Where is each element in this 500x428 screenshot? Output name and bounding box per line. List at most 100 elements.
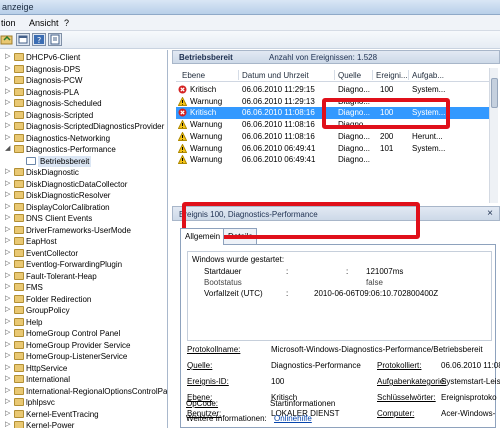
tree-item[interactable]: ◢ Diagnostics-Performance [0,144,167,156]
expand-arrow-icon[interactable]: ◢ [5,145,11,153]
expand-arrow-icon[interactable]: ▷ [5,272,11,280]
expand-arrow-icon[interactable]: ▷ [5,203,11,211]
expand-arrow-icon[interactable]: ▷ [5,180,11,188]
menu-item-aktion[interactable]: tion [1,18,16,28]
tree-item[interactable]: ▷ DiskDiagnostic [0,167,167,179]
expand-arrow-icon[interactable] [5,157,11,165]
column-ebene[interactable]: Ebene [182,71,205,80]
expand-arrow-icon[interactable]: ▷ [5,111,11,119]
event-row[interactable]: Warnung 06.06.2010 06:49:41 Diagno... 101 Sy… [176,143,496,155]
tree-item[interactable]: ▷ Kernel-EventTracing [0,409,167,421]
expand-arrow-icon[interactable]: ▷ [5,237,11,245]
tree-item[interactable]: ▷ HomeGroup Control Panel [0,328,167,340]
expand-arrow-icon[interactable]: ▷ [5,134,11,142]
folder-icon [14,53,24,61]
tree-item-label: HomeGroup Provider Service [26,340,131,350]
tree-item[interactable]: ▷ DNS Client Events [0,213,167,225]
column-datetime[interactable]: Datum und Uhrzeit [242,71,309,80]
tree-item[interactable]: ▷ Diagnosis-PCW [0,75,167,87]
expand-arrow-icon[interactable]: ▷ [5,352,11,360]
tree-item[interactable]: ▷ DriverFrameworks-UserMode [0,225,167,237]
menu-item-help[interactable]: ? [64,18,69,28]
expand-arrow-icon[interactable]: ▷ [5,283,11,291]
tree-item[interactable]: ▷ Folder Redirection [0,294,167,306]
close-icon[interactable]: × [487,208,493,219]
expand-arrow-icon[interactable]: ▷ [5,53,11,61]
expand-arrow-icon[interactable]: ▷ [5,295,11,303]
tree-item-betriebsbereit[interactable]: Betriebsbereit [0,155,167,168]
expand-arrow-icon[interactable]: ▷ [5,88,11,96]
tab-allgemein[interactable]: Allgemein [180,228,224,245]
tree-item[interactable]: ▷ lphlpsvc [0,397,167,409]
expand-arrow-icon[interactable]: ▷ [5,249,11,257]
tree-item[interactable]: ▷ DisplayColorCalibration [0,202,167,214]
folder-icon [14,64,24,73]
column-aufgabe[interactable]: Aufgab... [412,71,444,80]
column-ereignis[interactable]: Ereigni... [376,71,408,80]
log-tree: ▷ DHCPv6-Client ▷ Diagnosis-DPS ▷ Diagnosis-P… [0,50,168,428]
help-icon[interactable]: ? [32,33,46,46]
tree-item[interactable]: ▷ GroupPolicy [0,305,167,317]
expand-arrow-icon[interactable]: ▷ [5,168,11,176]
expand-arrow-icon[interactable]: ▷ [5,387,11,395]
online-help-link[interactable]: Onlinehilfe [274,414,312,423]
tree-item[interactable]: ▷ International [0,374,167,386]
expand-arrow-icon[interactable]: ▷ [5,398,11,406]
column-quelle[interactable]: Quelle [338,71,361,80]
tree-item[interactable]: ▷ DiskDiagnosticDataCollector [0,179,167,191]
tree-item[interactable]: ▷ Kernel-Power [0,420,167,428]
expand-arrow-icon[interactable]: ▷ [5,329,11,337]
expand-arrow-icon[interactable]: ▷ [5,410,11,418]
tree-item[interactable]: ▷ International-RegionalOptionsControlPa [0,386,167,398]
folder-icon [14,421,24,428]
tree-item[interactable]: ▷ Diagnosis-PLA [0,87,167,99]
expand-arrow-icon[interactable]: ▷ [5,226,11,234]
expand-arrow-icon[interactable]: ▷ [5,260,11,268]
event-id: 200 [380,131,394,141]
expand-arrow-icon[interactable]: ▷ [5,122,11,130]
tree-item[interactable]: ▷ Diagnosis-Scheduled [0,98,167,110]
folder-up-icon[interactable] [0,33,14,46]
message-label: Startdauer [204,267,242,276]
tree-item[interactable]: ▷ DiskDiagnosticResolver [0,190,167,202]
properties-icon[interactable] [48,33,62,46]
expand-arrow-icon[interactable]: ▷ [5,375,11,383]
expand-arrow-icon[interactable]: ▷ [5,214,11,222]
tree-item[interactable]: ▷ Diagnosis-Scripted [0,110,167,122]
tree-item[interactable]: ▷ Diagnostics-Networking [0,133,167,145]
tree-item[interactable]: ▷ Diagnosis-ScriptedDiagnosticsProvider [0,121,167,133]
tree-item[interactable]: ▷ HomeGroup Provider Service [0,340,167,352]
tree-item[interactable]: ▷ Eventlog-ForwardingPlugin [0,259,167,271]
event-row[interactable]: Warnung 06.06.2010 06:49:41 Diagno... [176,154,496,166]
tree-item[interactable]: ▷ HomeGroup-ListenerService [0,351,167,363]
tree-item[interactable]: ▷ EventCollector [0,248,167,260]
expand-arrow-icon[interactable]: ▷ [5,191,11,199]
folder-icon [14,191,24,199]
expand-arrow-icon[interactable]: ▷ [5,306,11,314]
tree-item[interactable]: ▷ DHCPv6-Client [0,52,167,64]
expand-arrow-icon[interactable]: ▷ [5,76,11,84]
event-datetime: 06.06.2010 06:49:41 [242,143,316,153]
expand-arrow-icon[interactable]: ▷ [5,421,11,428]
event-datetime: 06.06.2010 11:08:16 [242,120,315,130]
folder-icon [14,225,24,234]
events-scrollbar[interactable] [489,68,498,203]
expand-arrow-icon[interactable]: ▷ [5,99,11,107]
tree-item[interactable]: ▷ Help [0,317,167,329]
tree-item-label: Diagnosis-DPS [26,64,81,74]
tree-item[interactable]: ▷ Diagnosis-DPS [0,64,167,76]
event-row[interactable]: Kritisch 06.06.2010 11:29:15 Diagno... 100 S… [176,84,496,96]
expand-arrow-icon[interactable]: ▷ [5,65,11,73]
tree-item[interactable]: ▷ FMS [0,282,167,294]
folder-icon [14,340,24,349]
tree-item[interactable]: ▷ HttpService [0,363,167,375]
menu-item-ansicht[interactable]: Ansicht [29,18,59,28]
event-row[interactable]: Warnung 06.06.2010 11:08:16 Diagno... 200 He… [176,131,496,143]
expand-arrow-icon[interactable]: ▷ [5,341,11,349]
tree-item[interactable]: ▷ EapHost [0,236,167,248]
expand-arrow-icon[interactable]: ▷ [5,318,11,326]
tree-item[interactable]: ▷ Fault-Tolerant-Heap [0,271,167,283]
highlight-selected-event [322,98,450,129]
expand-arrow-icon[interactable]: ▷ [5,364,11,372]
show-hide-console-icon[interactable] [16,33,30,46]
